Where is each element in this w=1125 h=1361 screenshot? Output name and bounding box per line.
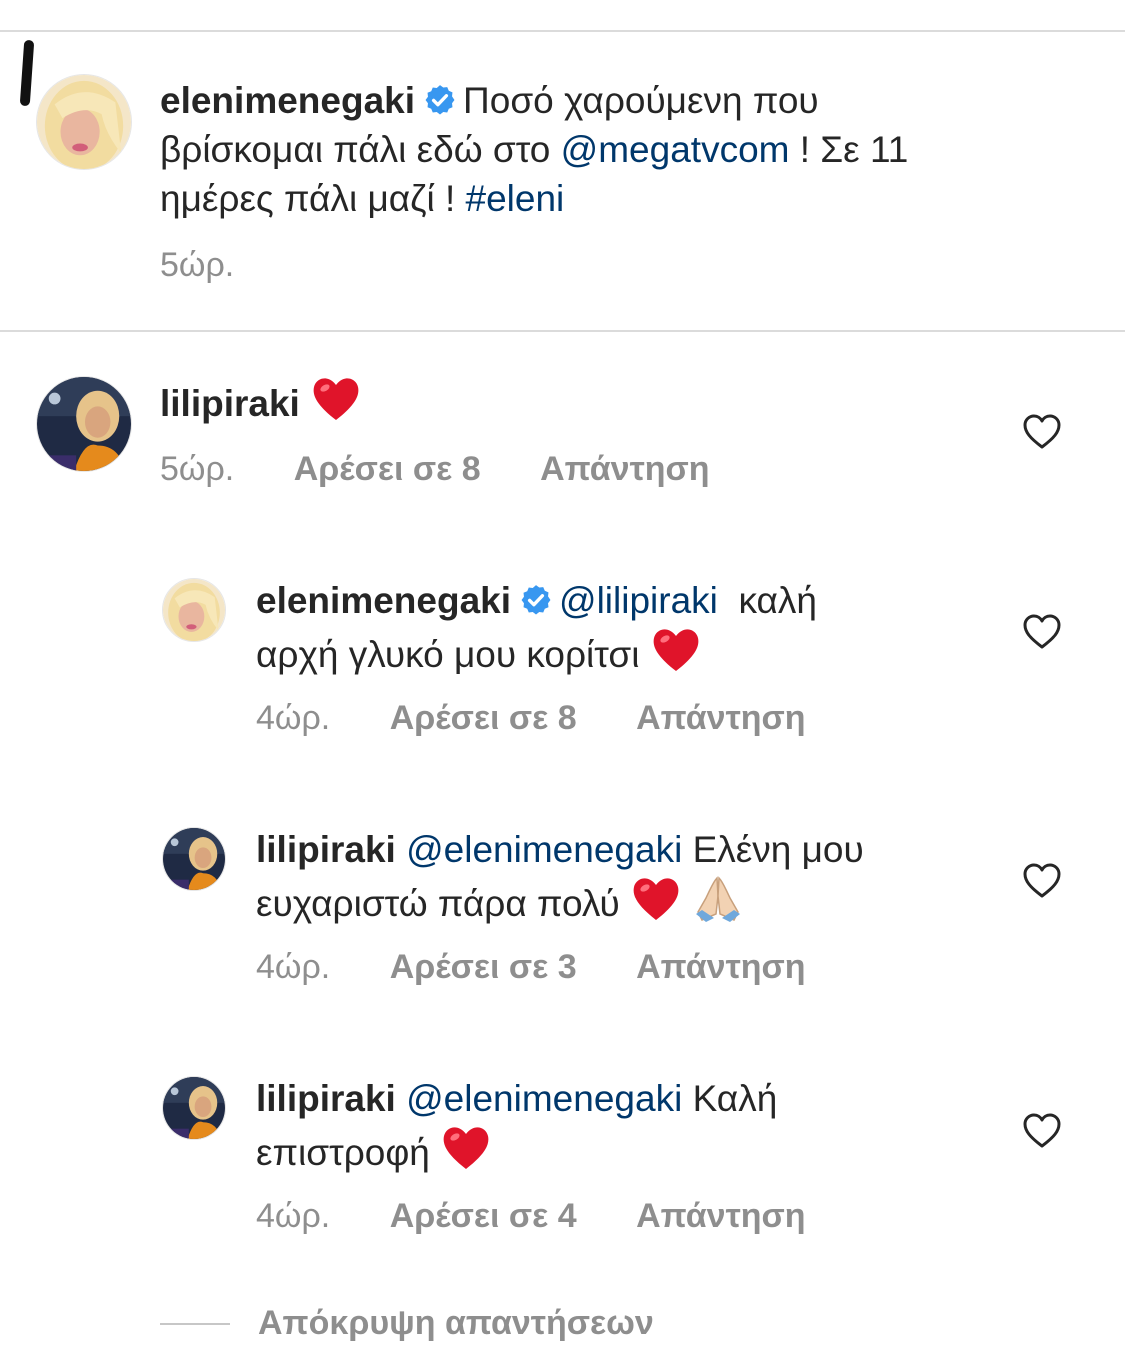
- reply-3-mention[interactable]: @elenimenegaki: [406, 1078, 682, 1119]
- reply-3-text-2: επιστροφή: [256, 1132, 430, 1173]
- comment-meta: 5ώρ. Αρέσει σε 8 Απάντηση: [160, 450, 710, 489]
- comment-like-button[interactable]: [1022, 413, 1062, 451]
- reply-2-text-2: ευχαριστώ πάρα πολύ: [256, 883, 620, 924]
- reply-1-username[interactable]: elenimenegaki: [256, 580, 511, 621]
- reply-3-like-button[interactable]: [1022, 1112, 1062, 1150]
- reply-1-time: 4ώρ.: [256, 699, 331, 737]
- red-heart-emoji: [310, 374, 362, 422]
- comment-time: 5ώρ.: [160, 450, 235, 488]
- pen-mark: [19, 39, 35, 107]
- heart-outline-icon: [1023, 1113, 1061, 1148]
- reply-1-likes[interactable]: Αρέσει σε 8: [390, 699, 577, 738]
- reply-3-username[interactable]: lilipiraki: [256, 1078, 396, 1119]
- red-heart-emoji: [630, 874, 682, 922]
- reply-1-reply-button[interactable]: Απάντηση: [636, 699, 805, 738]
- reply-3-likes[interactable]: Αρέσει σε 4: [390, 1197, 577, 1236]
- post-caption: elenimenegaki Ποσό χαρούμενη που βρίσκομα…: [160, 76, 1080, 223]
- reply-2-reply-button[interactable]: Απάντηση: [636, 948, 805, 987]
- post-caption-line-2: βρίσκομαι πάλι εδώ στο: [160, 129, 551, 170]
- reply-1-text-2: αρχή γλυκό μου κορίτσι: [256, 634, 640, 675]
- hashtag-eleni[interactable]: #eleni: [466, 178, 565, 219]
- post-author-avatar[interactable]: [36, 74, 132, 170]
- hide-replies-button[interactable]: Απόκρυψη απαντήσεων: [160, 1304, 654, 1343]
- verified-badge-icon: [423, 83, 457, 117]
- comment-author-avatar[interactable]: [36, 376, 132, 472]
- reply-1-mention[interactable]: @lilipiraki: [559, 580, 718, 621]
- reply-3-text-1: Καλή: [692, 1078, 778, 1119]
- reply-1-avatar[interactable]: [162, 578, 226, 642]
- heart-outline-icon: [1023, 614, 1061, 649]
- post-caption-line-3: ! Σε 11: [799, 129, 909, 170]
- reply-2-likes[interactable]: Αρέσει σε 3: [390, 948, 577, 987]
- reply-2-body: lilipiraki @elenimenegaki Ελένη μου ευχα…: [256, 825, 996, 928]
- reply-1-like-button[interactable]: [1022, 613, 1062, 651]
- hide-replies-line: [160, 1322, 230, 1325]
- reply-3-meta: 4ώρ. Αρέσει σε 4 Απάντηση: [256, 1197, 806, 1236]
- heart-outline-icon: [1023, 863, 1061, 898]
- post-author-username[interactable]: elenimenegaki: [160, 80, 415, 121]
- reply-3-time: 4ώρ.: [256, 1197, 331, 1235]
- reply-1-meta: 4ώρ. Αρέσει σε 8 Απάντηση: [256, 699, 806, 738]
- post-time: 5ώρ.: [160, 246, 235, 284]
- reply-2-meta: 4ώρ. Αρέσει σε 3 Απάντηση: [256, 948, 806, 987]
- reply-2-mention[interactable]: @elenimenegaki: [406, 829, 682, 870]
- hide-replies-label: Απόκρυψη απαντήσεων: [258, 1304, 654, 1342]
- reply-2-avatar[interactable]: [162, 827, 226, 891]
- comment-body: lilipiraki: [160, 374, 980, 428]
- post-caption-line-1: Ποσό χαρούμενη που: [463, 80, 819, 121]
- caption-divider: [0, 330, 1125, 332]
- reply-3-reply-button[interactable]: Απάντηση: [636, 1197, 805, 1236]
- reply-1-body: elenimenegaki @lilipiraki καλή αρχή γλυκό…: [256, 576, 996, 679]
- reply-3-avatar[interactable]: [162, 1076, 226, 1140]
- folded-hands-emoji: [692, 874, 744, 922]
- red-heart-emoji: [440, 1123, 492, 1171]
- reply-1-text-1: καλή: [738, 580, 817, 621]
- heart-outline-icon: [1023, 414, 1061, 449]
- reply-2-like-button[interactable]: [1022, 862, 1062, 900]
- mention-megatvcom[interactable]: @megatvcom: [561, 129, 790, 170]
- post-caption-line-4: ημέρες πάλι μαζί !: [160, 178, 456, 219]
- comment-likes[interactable]: Αρέσει σε 8: [294, 450, 481, 489]
- reply-2-time: 4ώρ.: [256, 948, 331, 986]
- verified-badge-icon: [519, 583, 553, 617]
- reply-2-text-1: Ελένη μου: [692, 829, 864, 870]
- reply-2-username[interactable]: lilipiraki: [256, 829, 396, 870]
- red-heart-emoji: [650, 625, 702, 673]
- comment-author-username[interactable]: lilipiraki: [160, 383, 300, 424]
- post-meta: 5ώρ.: [160, 246, 234, 285]
- comment-reply-button[interactable]: Απάντηση: [540, 450, 709, 489]
- top-divider: [0, 30, 1125, 32]
- reply-3-body: lilipiraki @elenimenegaki Καλή επιστροφή: [256, 1074, 996, 1177]
